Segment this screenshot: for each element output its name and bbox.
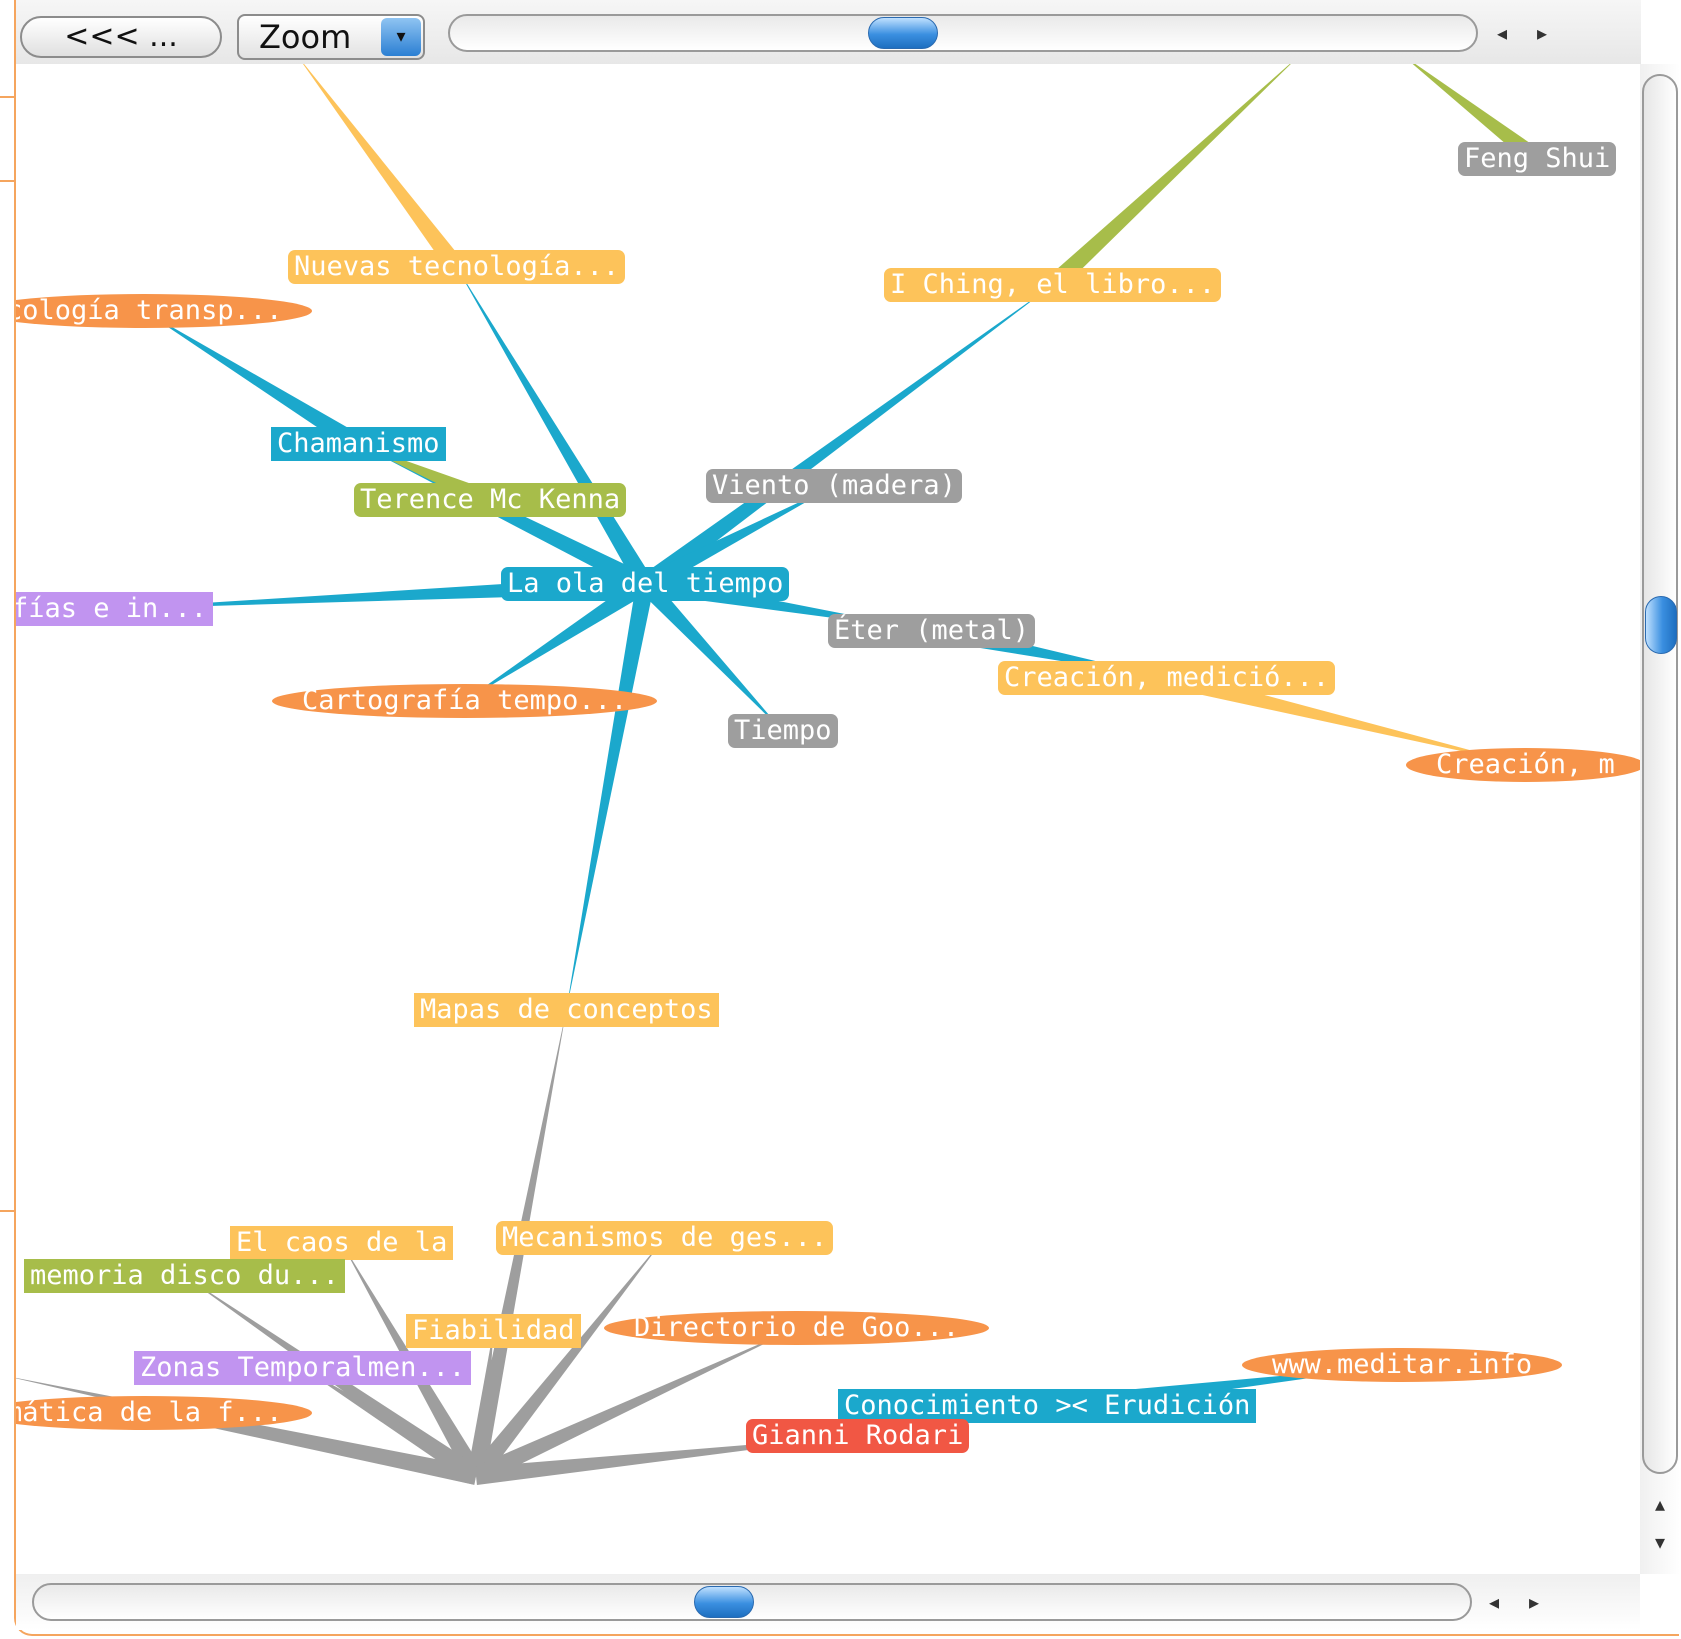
- frame-tick: [0, 180, 14, 182]
- node-mapas-de-conceptos[interactable]: Mapas de conceptos: [414, 993, 719, 1027]
- node-el-caos-de-la[interactable]: El caos de la: [230, 1226, 454, 1260]
- node-fias-e-in[interactable]: fías e in...: [16, 592, 214, 626]
- node-psicologia-transp[interactable]: cología transp...: [16, 294, 313, 328]
- node-conocimiento-erudicion[interactable]: Conocimiento >< Erudición: [838, 1389, 1257, 1423]
- zoom-slider-track[interactable]: [448, 14, 1478, 52]
- node-nuevas-tecnologia[interactable]: Nuevas tecnología...: [288, 250, 626, 284]
- mind-map-canvas[interactable]: Feng Shui Nuevas tecnología... I Ching, …: [16, 64, 1640, 1574]
- link-ola-mapas: [566, 582, 655, 1010]
- horizontal-scroll-track[interactable]: [32, 1583, 1472, 1621]
- node-zonas-temporalmente[interactable]: Zonas Temporalmen...: [134, 1351, 472, 1385]
- horizontal-scrollbar[interactable]: ◂ ▸: [16, 1574, 1640, 1630]
- node-mecanismos-de-gestion[interactable]: Mecanismos de ges...: [496, 1221, 834, 1255]
- vertical-scroll-thumb[interactable]: [1645, 596, 1677, 654]
- node-matica-de-la-f[interactable]: mática de la f...: [16, 1396, 313, 1430]
- scroll-right-icon[interactable]: ▸: [1522, 14, 1562, 52]
- chevron-down-icon[interactable]: ▾: [381, 18, 421, 56]
- scroll-up-icon[interactable]: ▴: [1640, 1484, 1680, 1524]
- node-feng-shui[interactable]: Feng Shui: [1458, 142, 1617, 176]
- scroll-left-icon[interactable]: ◂: [1474, 1583, 1514, 1621]
- node-gianni-rodari[interactable]: Gianni Rodari: [746, 1419, 970, 1453]
- zoom-select[interactable]: Zoom ▾: [237, 14, 425, 60]
- zoom-slider-thumb[interactable]: [868, 17, 938, 49]
- node-terence-mc-kenna[interactable]: Terence Mc Kenna: [354, 483, 627, 517]
- scroll-right-icon[interactable]: ▸: [1514, 1583, 1554, 1621]
- scroll-left-icon[interactable]: ◂: [1482, 14, 1522, 52]
- node-tiempo[interactable]: Tiempo: [728, 714, 838, 748]
- vertical-scrollbar[interactable]: ▴ ▾: [1640, 64, 1680, 1574]
- node-viento-madera[interactable]: Viento (madera): [706, 469, 962, 503]
- link-nuevas-offtop: [303, 64, 464, 273]
- frame-tick: [0, 96, 14, 98]
- node-fiabilidad[interactable]: Fiabilidad: [406, 1314, 581, 1348]
- horizontal-scroll-thumb[interactable]: [694, 1586, 754, 1618]
- node-i-ching[interactable]: I Ching, el libro...: [884, 268, 1222, 302]
- link-iching-offright: [1046, 64, 1291, 292]
- node-memoria-disco-duro[interactable]: memoria disco du...: [24, 1259, 345, 1293]
- node-chamanismo[interactable]: Chamanismo: [271, 427, 446, 461]
- node-directorio-de-google[interactable]: Directorio de Goo...: [604, 1311, 990, 1345]
- link-ola-iching: [639, 285, 1053, 592]
- node-la-ola-del-tiempo[interactable]: La ola del tiempo: [501, 567, 790, 601]
- frame-tick: [0, 1210, 14, 1212]
- scroll-down-icon[interactable]: ▾: [1640, 1522, 1680, 1562]
- back-button[interactable]: <<< ...: [20, 16, 222, 58]
- node-meditar-info[interactable]: www.meditar.info: [1242, 1348, 1563, 1382]
- zoom-label: Zoom: [259, 18, 352, 56]
- node-creacion-medicion[interactable]: Creación, medició...: [998, 661, 1336, 695]
- toolbar: <<< ... Zoom ▾ ◂ ▸: [16, 0, 1641, 65]
- vertical-scroll-track[interactable]: [1642, 74, 1678, 1474]
- node-cartografia-temporal[interactable]: Cartografía tempo...: [272, 684, 658, 718]
- node-eter-metal[interactable]: Éter (metal): [828, 614, 1036, 648]
- node-creacion-m[interactable]: Creación, m: [1406, 748, 1640, 782]
